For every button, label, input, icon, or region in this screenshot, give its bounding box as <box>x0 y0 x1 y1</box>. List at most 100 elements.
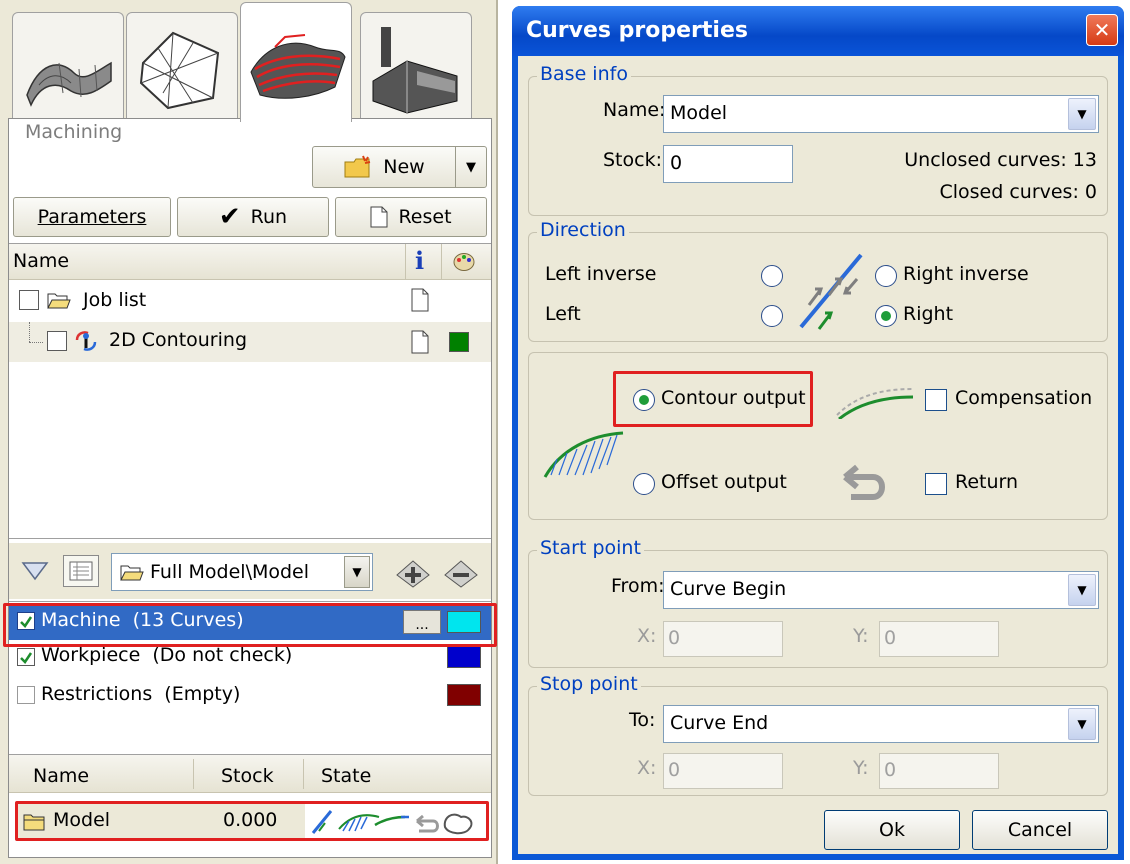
reset-label: Reset <box>398 206 452 228</box>
right-radio[interactable] <box>875 305 897 327</box>
curves-name-header[interactable]: Name <box>33 765 89 787</box>
document-icon <box>411 288 429 312</box>
palette-icon[interactable] <box>453 252 475 272</box>
contour-output-radio[interactable] <box>633 389 655 411</box>
contour-output-label: Contour output <box>661 387 806 409</box>
workpiece-label: Workpiece (Do not check) <box>41 644 293 666</box>
panel-title: Machining <box>25 121 123 143</box>
stop-point-group: Stop point To: Curve End ▼ X: 0 Y: 0 <box>528 673 1108 796</box>
start-point-legend: Start point <box>537 537 644 559</box>
ok-button[interactable]: Ok <box>824 810 960 850</box>
to-select[interactable]: Curve End ▼ <box>663 705 1099 743</box>
job-tree-header: Name i <box>9 244 491 280</box>
start-x-input[interactable]: 0 <box>663 621 783 657</box>
restrictions-checkbox[interactable] <box>17 686 35 704</box>
workpiece-checkbox[interactable] <box>17 648 35 666</box>
left-inverse-radio[interactable] <box>761 265 783 287</box>
curves-table[interactable]: Name Stock State Model 0.000 <box>9 755 491 857</box>
right-label: Right <box>903 303 954 325</box>
checkmark-icon: ✔ <box>218 202 241 232</box>
stock-input[interactable]: 0 <box>663 145 793 183</box>
operation-color-swatch[interactable] <box>449 332 469 352</box>
new-button[interactable]: New <box>312 146 456 188</box>
chevron-down-icon[interactable]: ▼ <box>344 556 370 588</box>
dialog-client: Base info Name: Model ▼ Stock: 0 Unclose… <box>518 56 1118 854</box>
dialog-titlebar[interactable]: Curves properties ✕ <box>512 6 1124 56</box>
offset-output-radio[interactable] <box>633 473 655 495</box>
geometry-toolbar: Full Model\Model ▼ <box>9 543 491 599</box>
stop-y-input[interactable]: 0 <box>879 753 999 789</box>
compensation-checkbox[interactable] <box>925 389 947 411</box>
from-select[interactable]: Curve Begin ▼ <box>663 571 1099 609</box>
restrictions-color-swatch[interactable] <box>447 684 481 706</box>
name-select[interactable]: Model ▼ <box>663 95 1099 133</box>
stop-y-label: Y: <box>853 757 869 779</box>
chevron-down-icon[interactable]: ▼ <box>1068 98 1096 130</box>
2d-contouring-checkbox[interactable] <box>47 331 67 351</box>
stop-x-input[interactable]: 0 <box>663 753 783 789</box>
start-x-value: 0 <box>668 627 681 649</box>
return-checkbox[interactable] <box>925 473 947 495</box>
left-label: Left <box>545 303 581 325</box>
tab-machining[interactable] <box>240 2 352 122</box>
start-y-label: Y: <box>853 625 869 647</box>
close-icon[interactable]: ✕ <box>1086 14 1118 46</box>
stop-point-legend: Stop point <box>537 673 641 695</box>
machining-panel: Machining New ▼ Parameters ✔ Run Reset N… <box>0 0 498 864</box>
job-list-label: Job list <box>83 289 147 311</box>
job-row-2d-contouring[interactable]: 2D Contouring <box>9 322 491 362</box>
from-label: From: <box>611 575 665 597</box>
new-button-label: New <box>383 156 425 178</box>
highlight-model-row <box>15 801 489 841</box>
parameters-label: Parameters <box>37 206 147 228</box>
chevron-down-icon[interactable]: ▼ <box>1068 574 1096 606</box>
geometry-item-workpiece[interactable]: Workpiece (Do not check) <box>9 642 491 676</box>
stock-value: 0 <box>670 152 683 174</box>
geometry-path-select[interactable]: Full Model\Model ▼ <box>111 553 373 591</box>
start-y-value: 0 <box>884 627 897 649</box>
chevron-down-icon[interactable]: ▼ <box>1068 708 1096 740</box>
run-button[interactable]: ✔ Run <box>177 197 329 237</box>
return-arrow-icon <box>843 464 885 500</box>
job-list-row[interactable]: Job list <box>9 284 491 320</box>
name-column-header[interactable]: Name <box>13 250 69 272</box>
info-icon[interactable]: i <box>415 246 424 275</box>
remove-geometry-icon[interactable] <box>441 555 481 589</box>
right-inverse-label: Right inverse <box>903 263 1029 285</box>
start-x-label: X: <box>637 625 657 647</box>
tab-simulation[interactable] <box>360 12 472 120</box>
output-group: Contour output Compensation Offset outpu… <box>528 352 1108 520</box>
list-view-button[interactable] <box>63 555 99 587</box>
name-label: Name: <box>603 99 666 121</box>
document-icon <box>411 330 429 354</box>
reset-button[interactable]: Reset <box>335 197 487 237</box>
curves-properties-dialog: Curves properties ✕ Base info Name: Mode… <box>512 6 1124 860</box>
geometry-item-restrictions[interactable]: Restrictions (Empty) <box>9 678 491 714</box>
job-list-checkbox[interactable] <box>19 290 39 310</box>
curves-stock-header[interactable]: Stock <box>221 765 274 787</box>
unclosed-curves-count: Unclosed curves: 13 <box>904 149 1097 171</box>
open-folder-icon <box>47 293 71 309</box>
new-folder-icon <box>344 155 371 178</box>
document-icon <box>370 206 388 228</box>
new-dropdown-button[interactable]: ▼ <box>455 146 487 188</box>
start-y-input[interactable]: 0 <box>879 621 999 657</box>
tab-mesh[interactable] <box>126 12 238 120</box>
direction-legend: Direction <box>537 219 629 241</box>
curves-state-header[interactable]: State <box>321 765 371 787</box>
tab-surfaces[interactable] <box>12 12 124 120</box>
right-inverse-radio[interactable] <box>875 265 897 287</box>
contouring-operation-icon <box>75 331 97 351</box>
cancel-button[interactable]: Cancel <box>972 810 1108 850</box>
workpiece-color-swatch[interactable] <box>447 646 481 668</box>
add-geometry-icon[interactable] <box>393 555 433 589</box>
return-label: Return <box>955 471 1019 493</box>
closed-curves-count: Closed curves: 0 <box>939 181 1097 203</box>
parameters-button[interactable]: Parameters <box>13 197 171 237</box>
collapse-icon[interactable] <box>21 559 49 583</box>
left-radio[interactable] <box>761 305 783 327</box>
highlight-machine <box>3 603 497 647</box>
base-info-legend: Base info <box>537 63 631 85</box>
job-tree[interactable]: Name i Job list 2D Contouring <box>9 243 491 539</box>
cancel-label: Cancel <box>1007 819 1073 841</box>
